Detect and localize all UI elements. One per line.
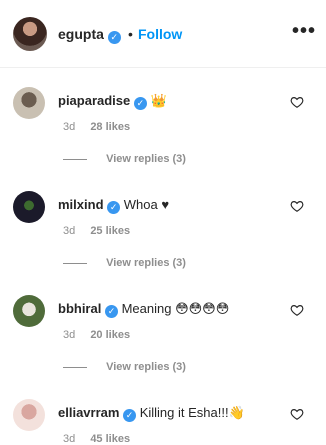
comment-time[interactable]: 3d xyxy=(63,225,75,237)
comment-time[interactable]: 3d xyxy=(63,121,75,133)
comment-time[interactable]: 3d xyxy=(63,433,75,445)
comment-avatar[interactable] xyxy=(13,87,45,119)
comment-text: elliavrram ✓ Killing it Esha!!!👋 xyxy=(58,405,245,422)
comment-time[interactable]: 3d xyxy=(63,329,75,341)
comment-username[interactable]: piaparadise xyxy=(58,93,130,108)
comment-text: piaparadise ✓ 👑 xyxy=(58,93,167,110)
verified-badge-icon: ✓ xyxy=(123,409,137,422)
comment-avatar[interactable] xyxy=(13,295,45,327)
comment-body: 👑 xyxy=(150,93,167,108)
replies-divider xyxy=(63,262,87,264)
verified-badge-icon: ✓ xyxy=(107,31,121,44)
post-header: egupta ✓ • Follow ••• xyxy=(0,0,326,68)
verified-badge-icon: ✓ xyxy=(133,97,147,110)
view-replies-button[interactable]: View replies (3) xyxy=(63,257,186,269)
replies-divider xyxy=(63,158,87,160)
like-heart-icon[interactable] xyxy=(290,199,304,213)
comment-text: bbhiral ✓ Meaning 😳😳😳😳 xyxy=(58,301,229,318)
view-replies-button[interactable]: View replies (3) xyxy=(63,361,186,373)
comment-likes[interactable]: 28 likes xyxy=(90,121,130,133)
comment-meta: 3d 25 likes xyxy=(63,225,130,237)
comment-meta: 3d 45 likes xyxy=(63,433,130,445)
like-heart-icon[interactable] xyxy=(290,95,304,109)
comment-likes[interactable]: 25 likes xyxy=(90,225,130,237)
comment-username[interactable]: milxind xyxy=(58,197,104,212)
comment-likes[interactable]: 45 likes xyxy=(90,433,130,445)
post-author-username[interactable]: egupta ✓ xyxy=(58,26,121,44)
like-heart-icon[interactable] xyxy=(290,303,304,317)
comment-avatar[interactable] xyxy=(13,399,45,431)
comment-text: milxind ✓ Whoa ♥ xyxy=(58,197,169,214)
comment-likes[interactable]: 20 likes xyxy=(90,329,130,341)
comment-username[interactable]: elliavrram xyxy=(58,405,119,420)
more-options-icon[interactable]: ••• xyxy=(292,20,316,43)
verified-badge-icon: ✓ xyxy=(107,201,121,214)
comment-meta: 3d 28 likes xyxy=(63,121,130,133)
comment-username[interactable]: bbhiral xyxy=(58,301,101,316)
comment-avatar[interactable] xyxy=(13,191,45,223)
like-heart-icon[interactable] xyxy=(290,407,304,421)
verified-badge-icon: ✓ xyxy=(104,305,118,318)
follow-button[interactable]: Follow xyxy=(138,26,182,42)
comment-meta: 3d 20 likes xyxy=(63,329,130,341)
comment-body: Killing it Esha!!!👋 xyxy=(139,405,245,420)
post-author-avatar[interactable] xyxy=(13,17,47,51)
comment-body: Whoa ♥ xyxy=(123,197,170,212)
header-separator: • xyxy=(128,26,133,42)
view-replies-button[interactable]: View replies (3) xyxy=(63,153,186,165)
comment-body: Meaning 😳😳😳😳 xyxy=(121,301,230,316)
replies-divider xyxy=(63,366,87,368)
